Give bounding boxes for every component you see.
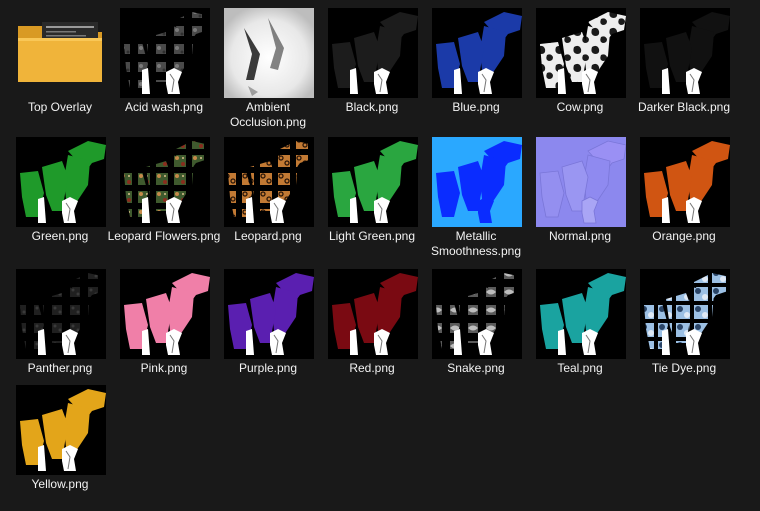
file-label: Green.png bbox=[31, 229, 89, 243]
file-label: Ambient Occlusion.png bbox=[229, 100, 307, 129]
file-label: Light Green.png bbox=[328, 229, 416, 243]
file-label: Snake.png bbox=[447, 361, 505, 375]
file-label: Blue.png bbox=[452, 100, 500, 114]
teal-thumbnail bbox=[536, 269, 626, 359]
green-thumbnail bbox=[16, 137, 106, 227]
acid-wash-thumbnail bbox=[120, 8, 210, 98]
tie-dye-thumbnail bbox=[640, 269, 730, 359]
file-label: Purple.png bbox=[238, 361, 298, 375]
file-label: Cow.png bbox=[556, 100, 604, 114]
cow-thumbnail bbox=[536, 8, 626, 98]
darker-black-thumbnail bbox=[640, 8, 730, 98]
file-label: Leopard Flowers.png bbox=[107, 229, 221, 243]
file-label: Darker Black.png bbox=[637, 100, 731, 114]
file-label: Leopard.png bbox=[234, 229, 302, 243]
file-label: Top Overlay bbox=[27, 100, 93, 114]
file-label: Teal.png bbox=[557, 361, 603, 375]
yellow-thumbnail bbox=[16, 385, 106, 475]
file-label: Tie Dye.png bbox=[651, 361, 717, 375]
file-grid: Top Overlay Acid wash.png Ambient Occlus… bbox=[0, 0, 760, 511]
orange-thumbnail bbox=[640, 137, 730, 227]
red-thumbnail bbox=[328, 269, 418, 359]
leopard-thumbnail bbox=[224, 137, 314, 227]
ambient-occlusion-thumbnail bbox=[224, 8, 314, 98]
black-thumbnail bbox=[328, 8, 418, 98]
file-label: Normal.png bbox=[548, 229, 612, 243]
file-label: Orange.png bbox=[652, 229, 716, 243]
purple-thumbnail bbox=[224, 269, 314, 359]
panther-thumbnail bbox=[16, 269, 106, 359]
metallic-smoothness-thumbnail bbox=[432, 137, 522, 227]
folder-icon bbox=[16, 8, 106, 98]
file-label: Panther.png bbox=[27, 361, 93, 375]
file-label: Yellow.png bbox=[31, 477, 89, 491]
file-label: Metallic Smoothness.png bbox=[430, 229, 522, 258]
file-label: Black.png bbox=[345, 100, 399, 114]
normal-thumbnail bbox=[536, 137, 626, 227]
light-green-thumbnail bbox=[328, 137, 418, 227]
pink-thumbnail bbox=[120, 269, 210, 359]
file-label: Pink.png bbox=[140, 361, 188, 375]
leopard-flowers-thumbnail bbox=[120, 137, 210, 227]
file-label: Acid wash.png bbox=[124, 100, 204, 114]
file-label: Red.png bbox=[349, 361, 395, 375]
snake-thumbnail bbox=[432, 269, 522, 359]
blue-thumbnail bbox=[432, 8, 522, 98]
